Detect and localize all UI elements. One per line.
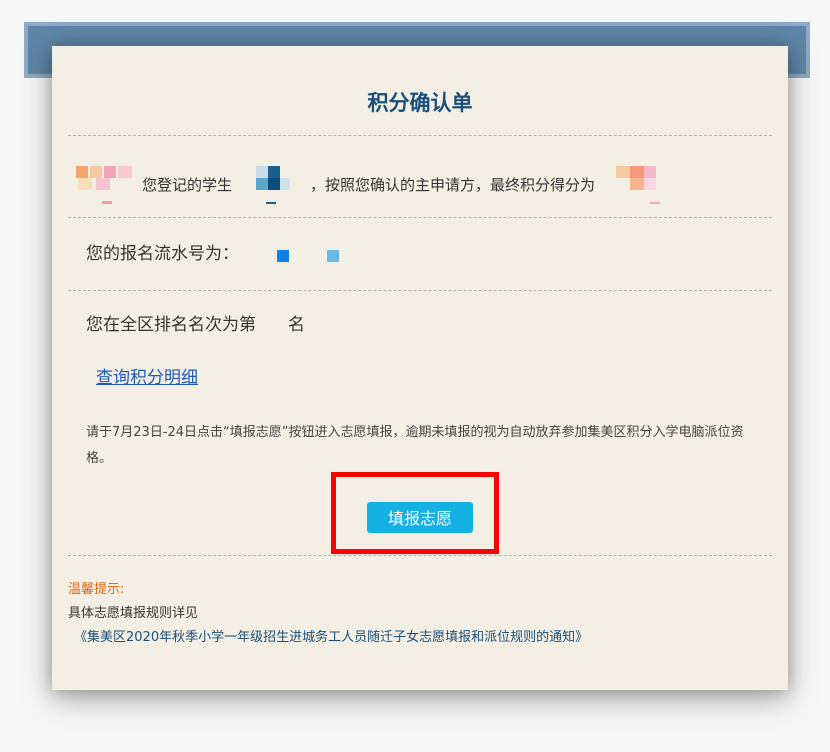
redacted-score	[612, 164, 668, 206]
rules-notice-link[interactable]: 《集美区2020年秋季小学一年级招生进城务工人员随迁子女志愿填报和派位规则的通知…	[74, 628, 588, 648]
deadline-notice: 请于7月23日-24日点击“填报志愿”按钮进入志愿填报，逾期未填报的视为自动放弃…	[86, 425, 744, 466]
serial-number-label: 您的报名流水号为：	[86, 244, 239, 264]
points-confirmation-card: 积分确认单 您登记的学生 ，按照您确认的主申请方，最终积分得分为 您的报名流水号…	[52, 46, 788, 690]
page-title: 积分确认单	[367, 91, 473, 115]
divider	[68, 135, 772, 136]
rank-label-suffix: 名	[288, 315, 305, 335]
redacted-rank	[266, 316, 280, 336]
divider	[68, 555, 772, 556]
redacted-applicant-name	[72, 166, 138, 206]
divider	[68, 217, 772, 218]
tips-text: 具体志愿填报规则详见	[68, 606, 199, 621]
redacted-student-name	[242, 164, 302, 206]
redacted-serial-number	[257, 242, 367, 268]
query-points-detail-link[interactable]: 查询积分明细	[96, 366, 198, 390]
tips-label: 温馨提示:	[68, 582, 125, 597]
student-line-part2: ，按照您确认的主申请方，最终积分得分为	[310, 176, 596, 194]
student-line-part1: 您登记的学生	[142, 176, 233, 194]
divider	[68, 290, 772, 291]
rank-label-prefix: 您在全区排名名次为第	[86, 315, 256, 335]
fill-preference-button[interactable]: 填报志愿	[367, 502, 473, 533]
